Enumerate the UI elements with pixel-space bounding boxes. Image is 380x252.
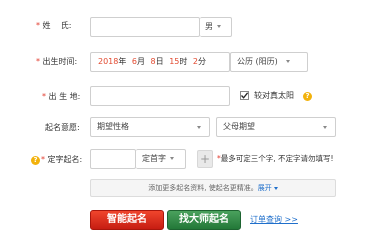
expectation-select[interactable]: 期望性格	[90, 117, 210, 137]
fixed-char-label: * 定字起名:	[41, 155, 83, 164]
parent-expectation-select[interactable]: 父母期望	[216, 117, 336, 137]
smart-name-button[interactable]: 智能起名	[90, 210, 164, 230]
birth-year: 2018	[98, 57, 119, 66]
fixed-char-hint: *最多可定三个字, 不定字请勿填写!	[217, 154, 334, 163]
fixed-char-input[interactable]	[90, 149, 136, 169]
plus-icon: +	[199, 152, 211, 166]
caret-down-icon	[273, 186, 278, 190]
birth-hour: 15	[169, 57, 180, 66]
birth-place-label: * 出 生 地:	[42, 92, 81, 101]
birth-datetime-picker[interactable]: 2018年 6月 8日 15时 2分	[90, 52, 230, 72]
master-name-button[interactable]: 找大师起名	[167, 210, 241, 230]
naming-intent-label: 起名意愿:	[45, 123, 80, 132]
surname-label: * 姓 氏:	[36, 21, 72, 30]
add-char-button[interactable]: +	[197, 150, 213, 168]
question-circle-icon[interactable]: ?	[31, 156, 40, 165]
caret-down-icon	[285, 60, 290, 63]
order-query-link[interactable]: 订单查询 >>	[250, 214, 298, 226]
expand-link[interactable]: 展开	[258, 184, 272, 192]
true-solar-label: 较对真太阳	[254, 91, 294, 100]
gender-select[interactable]: 男	[200, 17, 232, 37]
calendar-type-select[interactable]: 公历 (阳历)	[230, 52, 308, 72]
caret-down-icon	[170, 157, 174, 160]
birth-time-label: * 出生时间:	[36, 57, 78, 66]
birth-place-input[interactable]	[90, 86, 230, 106]
caret-down-icon	[217, 25, 221, 28]
true-solar-checkbox[interactable]	[240, 91, 249, 100]
fixed-position-select[interactable]: 定首字	[136, 149, 186, 169]
more-info-bar: 添加更多起名资料, 使起名更精准。展开	[90, 179, 336, 197]
question-circle-icon[interactable]: ?	[303, 92, 312, 101]
checkbox-icon	[241, 92, 249, 99]
caret-down-icon	[323, 126, 327, 129]
caret-down-icon	[197, 126, 201, 129]
surname-input[interactable]	[90, 17, 200, 37]
